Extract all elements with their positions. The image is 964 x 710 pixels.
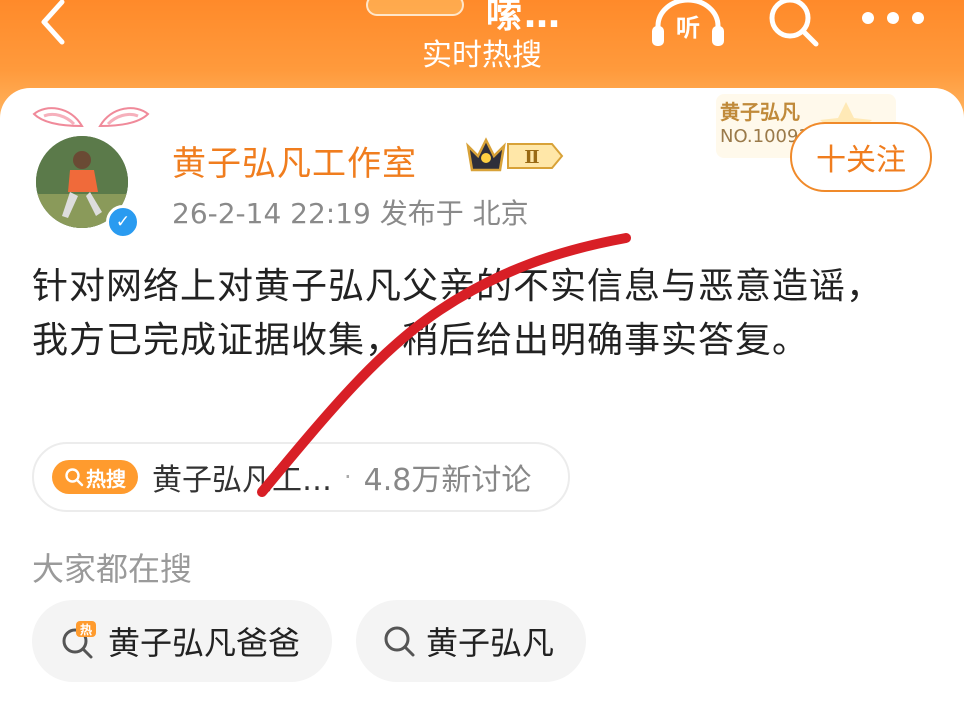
post-card: ✓ 黄子弘凡工作室 Ⅱ 26-2-14 22:19 发布于 北京 黄子弘凡 NO… xyxy=(0,88,964,710)
verified-icon: ✓ xyxy=(106,205,140,239)
avatar-wrapper[interactable]: ✓ xyxy=(26,98,156,239)
post-text: 针对网络上对黄子弘凡父亲的不实信息与恶意造谣，我方已完成证据收集，稍后给出明确事… xyxy=(32,266,884,361)
hot-tag-label: 热搜 xyxy=(86,466,126,491)
top-bar: 嗦… 实时热搜 听 xyxy=(0,0,964,92)
hot-search-count: 4.8万新讨论 xyxy=(363,463,532,498)
suggest-label: 大家都在搜 xyxy=(32,550,193,588)
search-icon[interactable] xyxy=(764,0,824,50)
suggest-chip-label: 黄子弘凡爸爸 xyxy=(108,624,301,662)
follow-button[interactable]: 十关注 xyxy=(790,122,932,192)
listen-label: 听 xyxy=(676,14,700,42)
vip-level: Ⅱ xyxy=(524,147,539,168)
more-icon[interactable] xyxy=(858,8,928,28)
author-name[interactable]: 黄子弘凡工作室 xyxy=(172,136,417,185)
listen-icon[interactable]: 听 xyxy=(650,0,726,48)
hot-search-topic: 黄子弘凡工… xyxy=(152,463,332,498)
header-pill xyxy=(366,0,464,16)
svg-text:热: 热 xyxy=(80,622,92,637)
search-icon xyxy=(384,626,415,657)
hot-search-icon: 热 xyxy=(62,621,96,659)
follow-label: 十关注 xyxy=(816,143,906,178)
vip-crown-icon: Ⅱ xyxy=(466,137,564,172)
search-icon xyxy=(65,468,84,487)
separator-dot: · xyxy=(344,463,352,491)
post-meta: 26-2-14 22:19 发布于 北京 xyxy=(172,197,529,230)
suggest-chip-label: 黄子弘凡 xyxy=(426,624,555,662)
suggest-chip[interactable]: 热 黄子弘凡爸爸 xyxy=(32,600,332,682)
hot-search-tag: 热搜 xyxy=(52,460,138,494)
hot-search-chip[interactable]: 热搜 黄子弘凡工… · 4.8万新讨论 xyxy=(32,442,570,512)
bunny-ears-icon xyxy=(32,107,150,128)
suggest-chip[interactable]: 黄子弘凡 xyxy=(356,600,586,682)
fan-badge-title: 黄子弘凡 xyxy=(720,100,800,124)
